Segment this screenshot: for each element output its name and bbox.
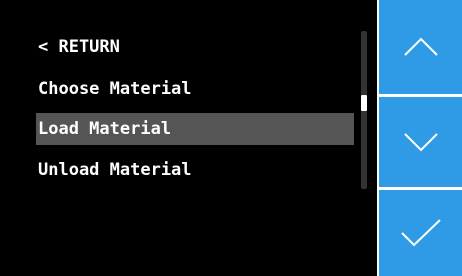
menu-item-choose-material[interactable]: Choose Material: [36, 73, 192, 105]
menu-panel: < RETURN Choose Material Load Material U…: [0, 0, 377, 276]
menu-item-unload-material[interactable]: Unload Material: [36, 154, 192, 186]
scrollbar[interactable]: [361, 31, 367, 189]
confirm-button[interactable]: [379, 190, 462, 276]
scroll-up-button[interactable]: [379, 0, 462, 94]
chevron-up-icon: [403, 37, 438, 56]
scroll-thumb[interactable]: [361, 95, 367, 111]
checkmark-icon: [400, 219, 441, 247]
scroll-down-button[interactable]: [379, 97, 462, 187]
printer-screen: < RETURN Choose Material Load Material U…: [0, 0, 462, 276]
chevron-down-icon: [403, 133, 438, 152]
menu-item-load-material[interactable]: Load Material: [36, 113, 354, 145]
menu-item-return[interactable]: < RETURN: [36, 31, 120, 63]
